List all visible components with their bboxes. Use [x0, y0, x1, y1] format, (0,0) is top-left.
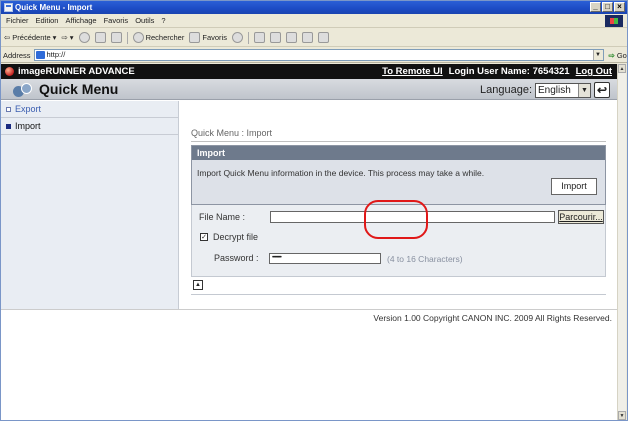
- minimize-button[interactable]: _: [590, 2, 601, 12]
- sidebar-item-import[interactable]: Import: [1, 118, 178, 135]
- menu-outils[interactable]: Outils: [135, 16, 154, 25]
- address-bar: Address http:// ▼ ⇨ Go: [1, 48, 627, 63]
- language-label: Language:: [480, 84, 532, 96]
- scroll-up-icon[interactable]: ▲: [618, 64, 626, 73]
- import-button-highlight: [364, 200, 428, 239]
- file-name-label: File Name :: [199, 212, 246, 222]
- language-value: English: [538, 84, 571, 96]
- brand-name: imageRUNNER ADVANCE: [18, 66, 135, 77]
- windows-logo-icon: [605, 15, 623, 27]
- brand: imageRUNNER ADVANCE: [5, 64, 135, 79]
- mail-icon[interactable]: [253, 32, 265, 43]
- page-title: Quick Menu: [39, 81, 119, 97]
- import-panel: Import Import Quick Menu information in …: [191, 145, 606, 205]
- title-bar: Quick Menu - Import _ □ ×: [1, 1, 627, 14]
- chevron-down-icon: ▾: [52, 33, 57, 42]
- history-icon[interactable]: [231, 32, 243, 43]
- print-icon[interactable]: [269, 32, 281, 43]
- address-label: Address: [3, 50, 31, 60]
- toolbar-separator: [247, 31, 249, 44]
- decrypt-label: Decrypt file: [213, 232, 259, 242]
- favorites-button[interactable]: Favoris: [189, 32, 227, 43]
- menu-affichage[interactable]: Affichage: [65, 16, 96, 25]
- language-select[interactable]: English ▼: [535, 82, 591, 98]
- browser-toolbar: ⇦ Précédente ▾ ⇨ ▾ Rechercher Favoris: [1, 29, 627, 47]
- toolbar-separator: [126, 31, 128, 44]
- browse-button[interactable]: Parcourir...: [558, 210, 604, 224]
- header-links: To Remote UI Login User Name: 7654321 Lo…: [382, 64, 612, 79]
- canon-logo-icon: [5, 67, 14, 76]
- home-icon[interactable]: [110, 32, 122, 43]
- import-button[interactable]: Import: [551, 178, 597, 195]
- back-arrow-icon: ⇦: [4, 33, 11, 42]
- address-input[interactable]: http:// ▼: [33, 49, 604, 61]
- divider: [191, 294, 606, 295]
- copyright: Version 1.00 Copyright CANON INC. 2009 A…: [1, 309, 618, 323]
- back-label: Précédente: [12, 33, 51, 42]
- to-remote-ui-link[interactable]: To Remote UI: [382, 64, 443, 79]
- go-button[interactable]: ⇨ Go: [609, 51, 627, 60]
- refresh-icon[interactable]: [94, 32, 106, 43]
- forward-button[interactable]: ⇨ ▾: [61, 33, 73, 42]
- bullet-icon: [6, 106, 11, 112]
- maximize-button[interactable]: □: [602, 2, 613, 12]
- device-header: imageRUNNER ADVANCE To Remote UI Login U…: [1, 64, 618, 79]
- login-user-name: Login User Name: 7654321: [448, 66, 570, 77]
- decrypt-checkbox[interactable]: ✓: [200, 233, 208, 241]
- password-hint: (4 to 16 Characters): [387, 254, 463, 264]
- close-button[interactable]: ×: [614, 2, 625, 12]
- panel-description: Import Quick Menu information in the dev…: [197, 168, 485, 178]
- stop-icon[interactable]: [78, 32, 90, 43]
- ie-page-icon: [4, 3, 13, 12]
- messenger-icon[interactable]: [317, 32, 329, 43]
- edit-icon[interactable]: [285, 32, 297, 43]
- menu-fichier[interactable]: Fichier: [6, 16, 29, 25]
- address-url: http://: [46, 50, 66, 59]
- go-arrow-icon: ⇨: [608, 50, 615, 60]
- search-button[interactable]: Rechercher: [132, 32, 185, 43]
- quick-menu-bar: Quick Menu Language: English ▼ ↩: [1, 79, 618, 100]
- logout-link[interactable]: Log Out: [576, 64, 612, 79]
- page-icon: [35, 51, 45, 59]
- browser-window: Quick Menu - Import _ □ × Fichier Editio…: [0, 0, 628, 421]
- password-label: Password :: [214, 253, 259, 263]
- vertical-scrollbar[interactable]: ▲ ▼: [617, 64, 626, 420]
- quick-menu-icon: [13, 82, 33, 97]
- discuss-icon[interactable]: [301, 32, 313, 43]
- menu-bar: Fichier Edition Affichage Favoris Outils…: [1, 14, 627, 28]
- address-dropdown-button[interactable]: ▼: [592, 50, 603, 60]
- favorites-label: Favoris: [202, 33, 227, 42]
- refresh-arrow-icon: ↩: [596, 83, 608, 97]
- sidebar: Export Import: [1, 101, 179, 309]
- bullet-icon: [6, 123, 11, 129]
- back-button[interactable]: ⇦ Précédente ▾: [4, 33, 56, 42]
- panel-title: Import: [192, 146, 605, 160]
- scroll-to-top-icon[interactable]: ▲: [193, 280, 203, 290]
- sidebar-item-export[interactable]: Export: [1, 101, 178, 118]
- sidebar-item-label: Export: [15, 104, 42, 114]
- refresh-button[interactable]: ↩: [594, 82, 610, 98]
- menu-favoris[interactable]: Favoris: [104, 16, 129, 25]
- menu-help[interactable]: ?: [161, 16, 165, 25]
- breadcrumb: Quick Menu : Import: [191, 128, 606, 142]
- search-label: Rechercher: [145, 33, 185, 42]
- sidebar-item-label: Import: [15, 121, 41, 131]
- chevron-down-icon: ▼: [578, 83, 590, 97]
- scroll-down-icon[interactable]: ▼: [618, 411, 626, 420]
- language-selector: Language: English ▼ ↩: [480, 82, 610, 98]
- search-icon: [132, 32, 144, 43]
- page-content: imageRUNNER ADVANCE To Remote UI Login U…: [1, 64, 618, 420]
- window-controls: _ □ ×: [590, 2, 625, 12]
- menu-edition[interactable]: Edition: [36, 16, 59, 25]
- go-label: Go: [616, 50, 627, 60]
- window-title: Quick Menu - Import: [15, 3, 93, 12]
- favorites-icon: [189, 32, 201, 43]
- password-input[interactable]: ••••••••: [269, 253, 381, 264]
